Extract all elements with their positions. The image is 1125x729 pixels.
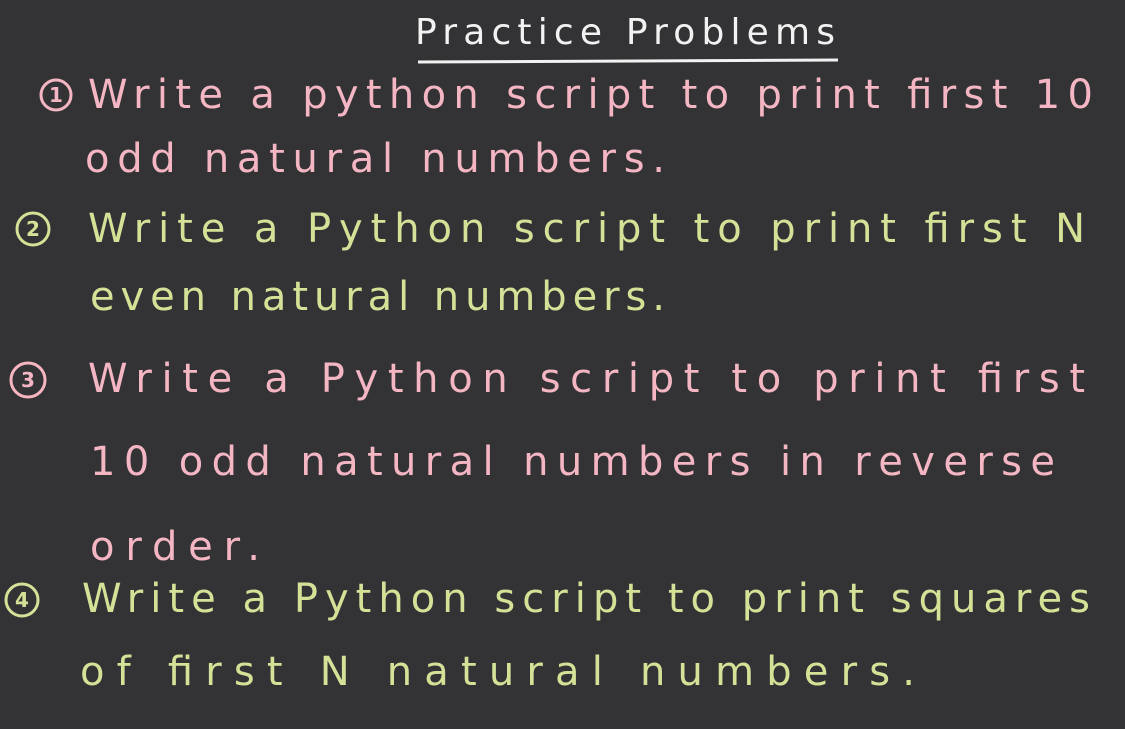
problem-number: 2 — [26, 217, 40, 241]
problem-line: Write a Python script to print first N — [88, 206, 1085, 252]
problem-number: 4 — [15, 588, 29, 612]
title-underline — [417, 58, 839, 64]
problem-number: 1 — [49, 83, 63, 107]
problem-number: 3 — [21, 368, 35, 392]
blackboard: Practice Problems 1 Write a python scrip… — [0, 0, 1125, 729]
problem-line: of first N natural numbers. — [80, 649, 915, 695]
problem-line: Write a python script to print first 10 — [88, 72, 1093, 118]
